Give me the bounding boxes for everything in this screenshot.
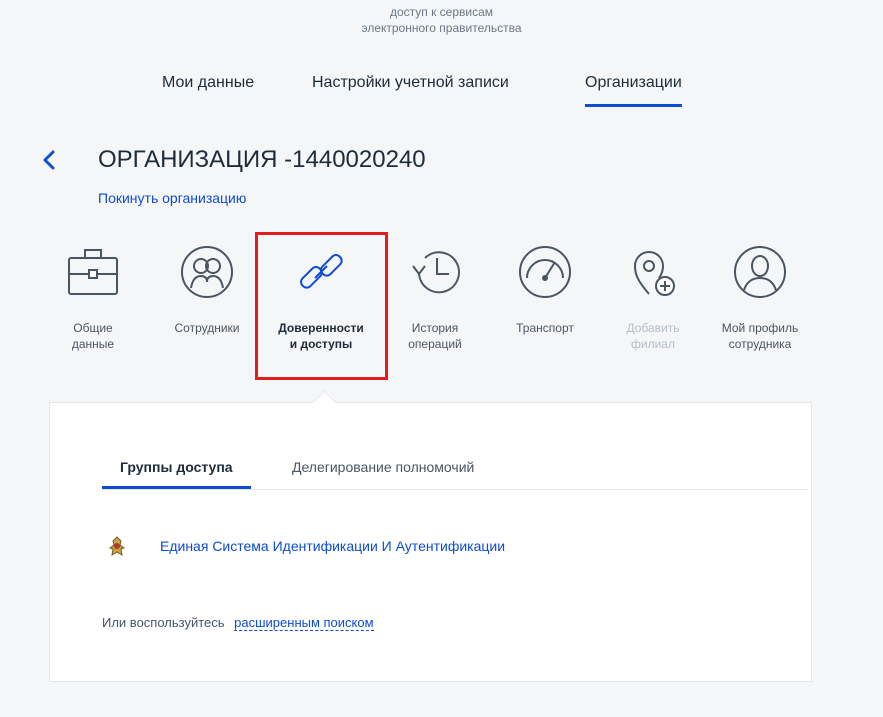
tab-access-groups[interactable]: Группы доступа: [102, 459, 251, 489]
section-label: Сотрудники: [174, 321, 240, 335]
content-panel: Группы доступа Делегирование полномочий …: [49, 402, 812, 682]
section-transport[interactable]: Транспорт: [500, 244, 590, 336]
section-my-profile[interactable]: Мой профиль сотрудника: [715, 244, 805, 352]
tab-organizations[interactable]: Организации: [585, 74, 682, 107]
sub-tabs: Группы доступа Делегирование полномочий: [102, 455, 808, 490]
esia-emblem-icon: [108, 536, 126, 556]
section-general-data[interactable]: Общие данные: [48, 244, 138, 352]
back-chevron-icon[interactable]: [38, 148, 62, 172]
section-label: Добавить филиал: [626, 321, 680, 351]
access-group-link[interactable]: Единая Система Идентификации И Аутентифи…: [160, 538, 505, 554]
history-icon: [412, 251, 460, 294]
section-label: Общие данные: [71, 321, 115, 351]
tab-account-settings[interactable]: Настройки учетной записи: [312, 74, 509, 92]
section-label: Транспорт: [516, 321, 574, 335]
alt-search: Или воспользуйтесь расширенным поиском: [102, 615, 374, 631]
profile-icon: [734, 246, 786, 298]
leave-organization-link[interactable]: Покинуть организацию: [98, 190, 246, 206]
header-caption-line-2: электронного правительства: [361, 21, 522, 35]
section-label: Мой профиль сотрудника: [721, 321, 799, 351]
header-caption-line-1: доступ к сервисам: [389, 5, 494, 19]
section-label: История операций: [408, 321, 462, 351]
header-caption: доступ к сервисам электронного правитель…: [0, 4, 883, 36]
main-tabs: Мои данные Настройки учетной записи Орга…: [0, 74, 883, 114]
section-operations-history[interactable]: История операций: [390, 244, 480, 352]
advanced-search-link[interactable]: расширенным поиском: [234, 615, 374, 631]
tab-delegation[interactable]: Делегирование полномочий: [292, 459, 474, 475]
section-add-branch[interactable]: Добавить филиал: [608, 244, 698, 352]
employees-icon: [181, 246, 233, 298]
briefcase-icon: [68, 249, 118, 295]
alt-search-prefix: Или воспользуйтесь: [102, 615, 225, 630]
section-employees[interactable]: Сотрудники: [162, 244, 252, 336]
tab-my-data[interactable]: Мои данные: [162, 74, 254, 92]
organization-title: ОРГАНИЗАЦИЯ -1440020240: [98, 146, 426, 173]
add-location-icon: [633, 251, 675, 296]
speedometer-icon: [519, 246, 571, 298]
active-section-highlight: [255, 232, 388, 380]
